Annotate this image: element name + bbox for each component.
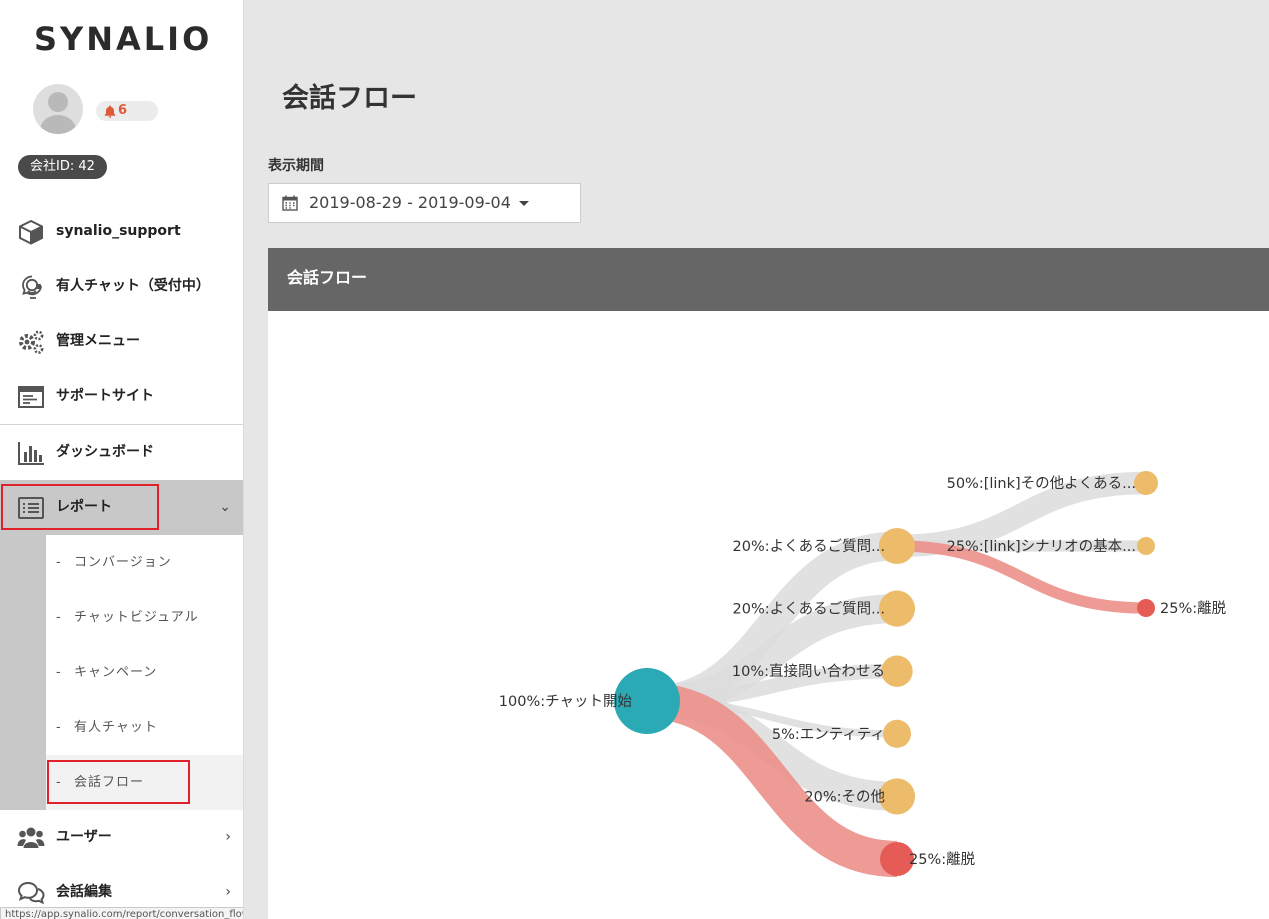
subnav-label: チャットビジュアル xyxy=(74,610,199,625)
company-id-badge: 会社ID: 42 xyxy=(18,155,107,179)
subnav-item-conversion[interactable]: - コンバージョン xyxy=(46,535,243,590)
caret-down-icon xyxy=(519,201,529,206)
panel-header: 会話フロー xyxy=(268,248,1269,311)
subnav-label: 有人チャット xyxy=(74,720,158,735)
chevron-down-icon: ⌄ xyxy=(219,499,231,515)
subnav-label: キャンペーン xyxy=(74,665,158,680)
flow-node-label: 25%:[link]シナリオの基本... xyxy=(947,538,1136,555)
subnav-item-chat-visual[interactable]: - チャットビジュアル xyxy=(46,590,243,645)
subnav-label: 会話フロー xyxy=(74,775,145,790)
date-range-value: 2019-08-29 - 2019-09-04 xyxy=(309,193,511,212)
conversation-flow-diagram: 100%:チャット開始 20%:よくあるご質問... 20%:よくあるご質問... 1… xyxy=(499,471,1227,878)
subnav-item-live-chat[interactable]: - 有人チャット xyxy=(46,700,243,755)
flow-node-label: 10%:直接問い合わせる xyxy=(732,663,885,680)
sidebar: SYNALIO 6 会社ID: 42 synalio_support 有人チャッ… xyxy=(0,0,244,919)
nav-label: ユーザー xyxy=(56,829,112,845)
subnav-item-conversation-flow[interactable]: - 会話フロー xyxy=(46,755,243,810)
period-label: 表示期間 xyxy=(268,158,324,174)
flow-node[interactable] xyxy=(882,719,912,748)
calendar-icon xyxy=(282,195,298,211)
flow-node-label: 100%:チャット開始 xyxy=(499,693,633,710)
bell-icon xyxy=(104,105,116,118)
panel-title: 会話フロー xyxy=(287,268,368,287)
nav-label: サポートサイト xyxy=(56,388,154,404)
chevron-right-icon: › xyxy=(225,829,231,845)
page-title: 会話フロー xyxy=(282,83,417,114)
avatar[interactable] xyxy=(33,84,83,134)
flow-link xyxy=(896,471,1147,558)
flow-node-label: 25%:離脱 xyxy=(909,850,976,868)
flow-node[interactable] xyxy=(1134,471,1158,495)
nav-item-report[interactable]: レポート ⌄ xyxy=(0,480,243,535)
list-icon xyxy=(18,497,44,519)
nav-label: レポート xyxy=(56,499,112,515)
subnav-item-campaign[interactable]: - キャンペーン xyxy=(46,645,243,700)
subnav-strip xyxy=(0,535,46,810)
browser-window-icon xyxy=(18,386,44,408)
nav-label: 管理メニュー xyxy=(56,333,140,349)
nav-item-dashboard[interactable]: ダッシュボード xyxy=(0,425,243,480)
cube-icon xyxy=(19,219,43,245)
nav-item-live-chat[interactable]: 有人チャット（受付中） xyxy=(0,259,243,314)
flow-node[interactable] xyxy=(1137,537,1155,555)
flow-node-label: 20%:その他 xyxy=(804,788,885,805)
nav-item-users[interactable]: ユーザー › xyxy=(0,810,243,865)
synalio-logo[interactable]: SYNALIO xyxy=(34,18,212,60)
nav-label: 有人チャット（受付中） xyxy=(56,278,210,294)
users-icon xyxy=(17,827,45,848)
flow-node-label: 20%:よくあるご質問... xyxy=(733,600,885,618)
flow-node-label: 5%:エンティティ xyxy=(772,727,885,743)
flow-panel: 会話フロー 100%:チャット開始 20%:よくあるご質問... 20%:よくあるご… xyxy=(268,248,1269,919)
nav-item-admin-menu[interactable]: 管理メニュー xyxy=(0,314,243,369)
date-range-picker[interactable]: 2019-08-29 - 2019-09-04 xyxy=(268,183,581,223)
notification-count: 6 xyxy=(118,103,128,118)
flow-node-label: 25%:離脱 xyxy=(1160,599,1227,617)
headset-icon xyxy=(22,275,42,299)
flow-node-label: 50%:[link]その他よくある... xyxy=(947,475,1136,492)
bar-chart-icon xyxy=(18,442,44,465)
nav-label: synalio_support xyxy=(56,223,181,239)
subnav-label: コンバージョン xyxy=(74,555,172,570)
chat-bubbles-icon xyxy=(17,881,45,905)
nav-label: ダッシュボード xyxy=(56,444,154,460)
flow-node-exit[interactable] xyxy=(1137,599,1155,617)
nav-item-account[interactable]: synalio_support xyxy=(0,204,243,259)
gears-icon xyxy=(19,330,44,354)
flow-link xyxy=(896,540,1147,614)
flow-node-label: 20%:よくあるご質問... xyxy=(733,537,885,555)
notification-badge[interactable]: 6 xyxy=(96,101,158,121)
flow-node[interactable] xyxy=(881,655,913,687)
status-url-bar: https://app.synalio.com/report/conversat… xyxy=(0,907,243,919)
nav-item-support-site[interactable]: サポートサイト xyxy=(0,369,243,424)
